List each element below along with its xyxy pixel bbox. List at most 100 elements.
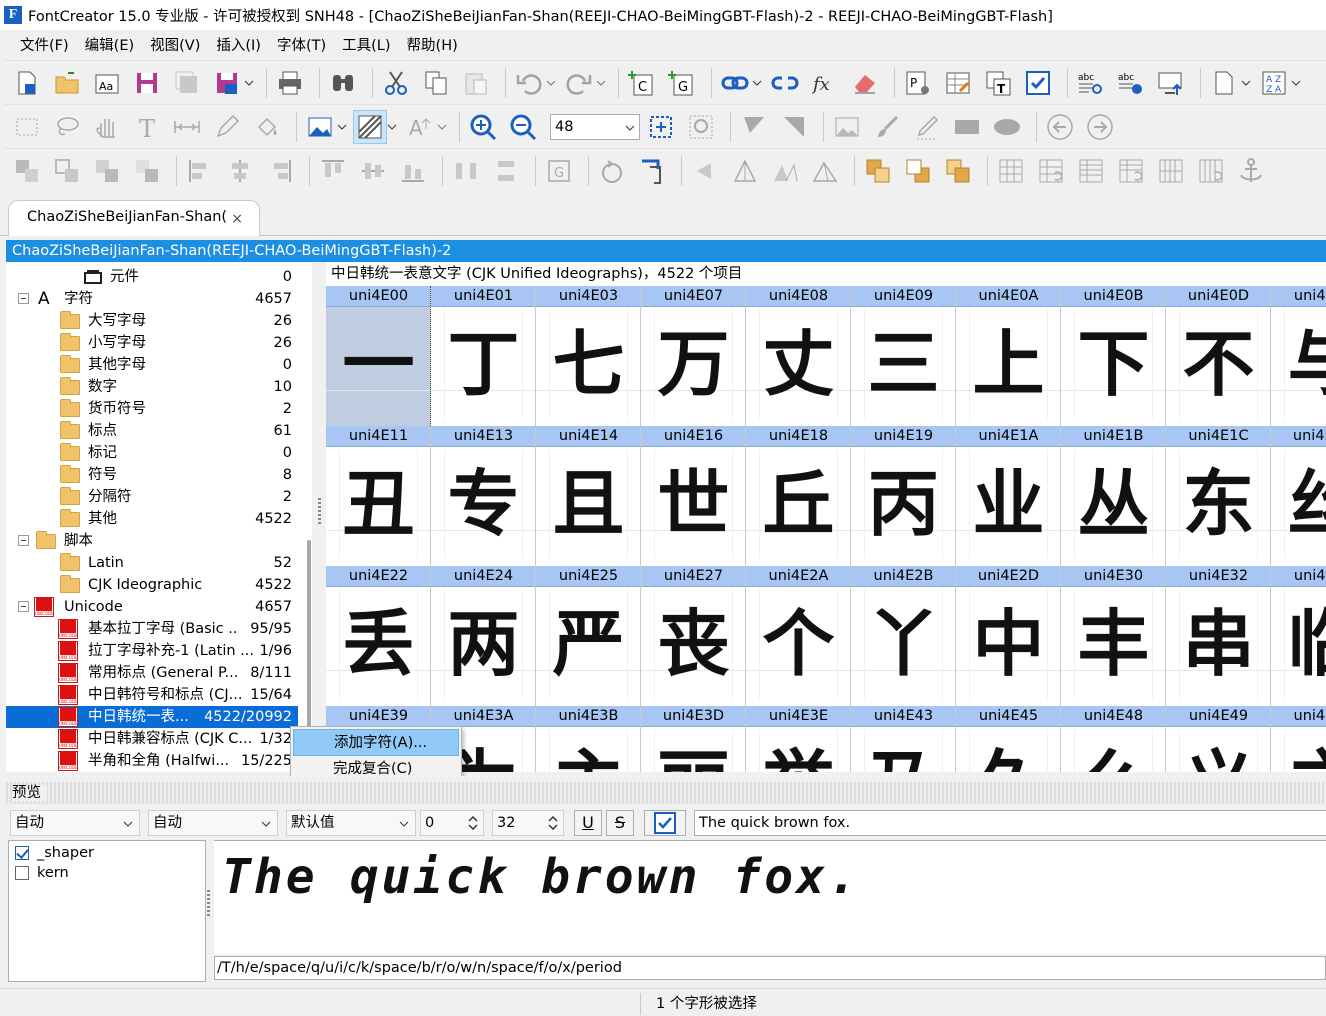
chevron-down-icon[interactable] bbox=[1291, 69, 1301, 97]
combine-icon[interactable] bbox=[10, 154, 44, 188]
glyph-cell[interactable]: uni4E1A 业 bbox=[956, 426, 1061, 566]
glyph-cell[interactable]: uni4E3E 举 bbox=[746, 706, 851, 772]
hand-icon[interactable] bbox=[90, 110, 124, 144]
toggle-options-button[interactable] bbox=[644, 810, 686, 836]
tree-item-characters[interactable]: A 字符 4657 bbox=[6, 288, 298, 310]
link-icon[interactable] bbox=[718, 66, 752, 100]
script-select[interactable]: 自动 bbox=[10, 810, 140, 836]
flip-left-icon[interactable] bbox=[688, 154, 722, 188]
tree-item-scripts[interactable]: 脚本 bbox=[6, 530, 298, 552]
spinner-arrows-icon[interactable] bbox=[467, 813, 479, 833]
glyph-cell[interactable]: uni4E0E 与 bbox=[1271, 286, 1326, 426]
glyph-cell[interactable]: uni4E19 丙 bbox=[851, 426, 956, 566]
corner-alt-icon[interactable] bbox=[777, 110, 811, 144]
redo-icon[interactable] bbox=[562, 66, 596, 100]
save-icon[interactable] bbox=[130, 66, 164, 100]
intersect-icon[interactable] bbox=[90, 154, 124, 188]
image-icon[interactable] bbox=[830, 110, 864, 144]
arrange-back-icon[interactable] bbox=[901, 154, 935, 188]
glyph-cell[interactable]: uni4E1B 丛 bbox=[1061, 426, 1166, 566]
feature-kern[interactable]: kern bbox=[15, 863, 69, 883]
print-icon[interactable] bbox=[273, 66, 307, 100]
glyph-cell[interactable]: uni4E4B 之 bbox=[1271, 706, 1326, 772]
measure-icon[interactable] bbox=[170, 110, 204, 144]
zoom-out-icon[interactable] bbox=[506, 110, 540, 144]
background-image-icon[interactable] bbox=[303, 110, 337, 144]
glyph-cell[interactable]: uni4E3B 主 bbox=[536, 706, 641, 772]
splitter-grip[interactable] bbox=[318, 498, 321, 524]
paste-icon[interactable] bbox=[459, 66, 493, 100]
chevron-down-icon[interactable] bbox=[244, 69, 254, 97]
glyph-cell[interactable]: uni4E2D 中 bbox=[956, 566, 1061, 706]
tree-item-separators[interactable]: 分隔符 2 bbox=[6, 486, 298, 508]
collapse-icon[interactable] bbox=[18, 601, 29, 612]
glyph-cell[interactable]: uni4E00 一 bbox=[326, 286, 431, 426]
previous-glyph-icon[interactable] bbox=[1043, 110, 1077, 144]
arrange-swap-icon[interactable] bbox=[941, 154, 975, 188]
glyph-cell[interactable]: uni4E2B 丫 bbox=[851, 566, 956, 706]
tree-item-other-letters[interactable]: 其他字母 0 bbox=[6, 354, 298, 376]
grid-undo-icon[interactable] bbox=[1114, 154, 1148, 188]
glyph-reference-icon[interactable]: G bbox=[542, 154, 576, 188]
skew-icon[interactable] bbox=[768, 154, 802, 188]
web-check-icon[interactable]: abc bbox=[1114, 66, 1148, 100]
cut-icon[interactable] bbox=[379, 66, 413, 100]
spell-check-icon[interactable]: abc bbox=[1074, 66, 1108, 100]
sample-text-input[interactable]: The quick brown fox. bbox=[694, 810, 1326, 836]
install-font-icon[interactable] bbox=[1154, 66, 1188, 100]
glyph-cell[interactable]: uni4E16 世 bbox=[641, 426, 746, 566]
tree-item-components[interactable]: 元件 0 bbox=[6, 266, 298, 288]
next-glyph-icon[interactable] bbox=[1083, 110, 1117, 144]
grid-icon[interactable] bbox=[994, 154, 1028, 188]
menu-help[interactable]: 帮助(H) bbox=[399, 32, 466, 60]
checkbox-icon[interactable] bbox=[15, 866, 29, 880]
tree-item-latin[interactable]: Latin 52 bbox=[6, 552, 298, 574]
tree-item-symbols[interactable]: 符号 8 bbox=[6, 464, 298, 486]
lasso-icon[interactable] bbox=[50, 110, 84, 144]
align-top-icon[interactable] bbox=[316, 154, 350, 188]
glyph-cell[interactable]: uni4E30 丰 bbox=[1061, 566, 1166, 706]
tree-item-basic-latin[interactable]: UNICODE 基本拉丁字母 (Basic ... 95/95 bbox=[6, 618, 298, 640]
tree-item-unicode[interactable]: UNICODE Unicode 4657 bbox=[6, 596, 298, 618]
underline-button[interactable]: U bbox=[574, 810, 602, 836]
copy-icon[interactable] bbox=[419, 66, 453, 100]
distribute-v-icon[interactable] bbox=[489, 154, 523, 188]
chevron-down-icon[interactable] bbox=[596, 69, 606, 97]
collapse-icon[interactable] bbox=[18, 535, 29, 546]
glyph-cell[interactable]: uni4E0A 上 bbox=[956, 286, 1061, 426]
tree-item-punctuation[interactable]: 标点 61 bbox=[6, 420, 298, 442]
pen-line-icon[interactable] bbox=[910, 110, 944, 144]
text-frame-icon[interactable]: T bbox=[981, 66, 1015, 100]
add-glyph-icon[interactable]: G bbox=[665, 66, 699, 100]
pencil-icon[interactable] bbox=[210, 110, 244, 144]
tree-scrollbar[interactable] bbox=[307, 540, 311, 750]
tree-item-lowercase[interactable]: 小写字母 26 bbox=[6, 332, 298, 354]
glyph-cell[interactable]: uni4E2A 个 bbox=[746, 566, 851, 706]
align-left-icon[interactable] bbox=[183, 154, 217, 188]
exclude-icon[interactable] bbox=[50, 154, 84, 188]
font-size-spinner[interactable]: 32 bbox=[492, 810, 564, 836]
align-right-icon[interactable] bbox=[263, 154, 297, 188]
add-character-icon[interactable]: C bbox=[625, 66, 659, 100]
chevron-down-icon[interactable] bbox=[437, 113, 447, 141]
formula-icon[interactable]: fx bbox=[808, 66, 842, 100]
grid-cols-alt-icon[interactable] bbox=[1194, 154, 1228, 188]
corner-icon[interactable] bbox=[737, 110, 771, 144]
align-middle-icon[interactable] bbox=[356, 154, 390, 188]
chevron-down-icon[interactable] bbox=[387, 113, 397, 141]
arrange-front-icon[interactable] bbox=[861, 154, 895, 188]
document-tab[interactable]: ChaoZiSheBeiJianFan-Shan( × bbox=[8, 200, 260, 236]
undo-icon[interactable] bbox=[512, 66, 546, 100]
glyph-cell[interactable]: uni4E49 义 bbox=[1166, 706, 1271, 772]
grid-redo-icon[interactable] bbox=[1034, 154, 1068, 188]
align-bottom-icon[interactable] bbox=[396, 154, 430, 188]
glyph-cell[interactable]: uni4E32 串 bbox=[1166, 566, 1271, 706]
glyph-cell[interactable]: uni4E01 丁 bbox=[431, 286, 536, 426]
spinner-arrows-icon[interactable] bbox=[547, 813, 559, 833]
glyph-cell[interactable]: uni4E18 丘 bbox=[746, 426, 851, 566]
checkbox-checked-icon[interactable] bbox=[15, 846, 29, 860]
glyph-cell[interactable]: uni4E34 临 bbox=[1271, 566, 1326, 706]
glyph-cell[interactable]: uni4E25 严 bbox=[536, 566, 641, 706]
grid-cols-icon[interactable] bbox=[1154, 154, 1188, 188]
menu-tools[interactable]: 工具(L) bbox=[334, 32, 398, 60]
